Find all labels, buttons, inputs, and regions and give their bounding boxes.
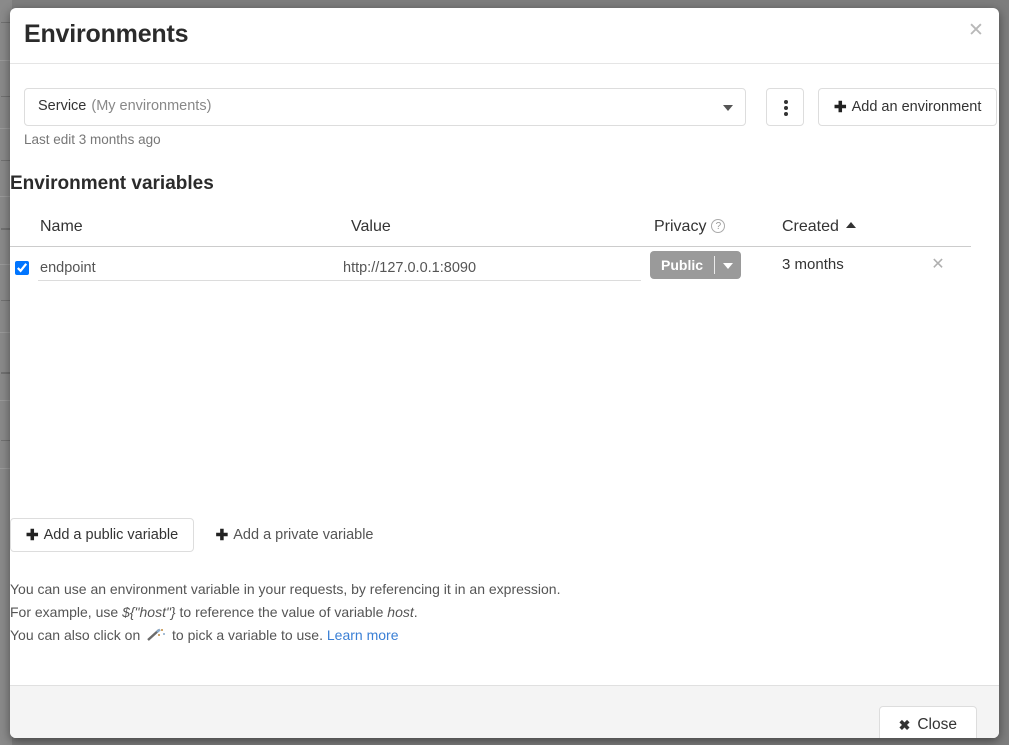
help-line-3-pre: You can also click on bbox=[10, 627, 145, 643]
column-header-value[interactable]: Value bbox=[351, 218, 391, 236]
add-public-variable-label: Add a public variable bbox=[43, 527, 179, 543]
plus-icon: ✚ bbox=[26, 527, 39, 544]
add-private-variable-button[interactable]: ✚ Add a private variable bbox=[210, 518, 380, 552]
close-button[interactable]: ✖ Close bbox=[878, 706, 977, 738]
variable-value-input[interactable] bbox=[341, 255, 641, 281]
sort-ascending-icon[interactable] bbox=[845, 222, 856, 228]
close-button-label: Close bbox=[917, 716, 957, 733]
help-line-2-post: . bbox=[413, 604, 418, 620]
column-header-name[interactable]: Name bbox=[40, 218, 83, 236]
help-line-3-mid: to pick a variable to use. bbox=[168, 627, 327, 643]
column-header-created[interactable]: Created bbox=[782, 218, 856, 236]
help-expression-code: ${"host"} bbox=[122, 604, 176, 620]
variable-enabled-checkbox[interactable] bbox=[15, 261, 29, 275]
variable-privacy-dropdown[interactable]: Public bbox=[650, 251, 742, 279]
plus-icon: ✚ bbox=[834, 99, 847, 116]
last-edit-text: Last edit 3 months ago bbox=[24, 132, 161, 147]
plus-icon: ✚ bbox=[215, 527, 229, 544]
add-private-variable-label: Add a private variable bbox=[233, 527, 374, 543]
help-line-2-pre: For example, use bbox=[10, 604, 123, 620]
column-header-created-label: Created bbox=[782, 218, 839, 235]
help-text-block: You can use an environment variable in y… bbox=[10, 578, 560, 647]
column-header-privacy-label: Privacy bbox=[654, 218, 707, 235]
help-line-3: You can also click on to pick a variable… bbox=[10, 624, 560, 647]
column-header-privacy[interactable]: Privacy? bbox=[654, 218, 726, 236]
environment-name: Service bbox=[38, 98, 87, 114]
table-header-row: Name Value Privacy? Created bbox=[10, 213, 971, 247]
section-title-environment-variables: Environment variables bbox=[10, 173, 214, 194]
help-line-1: You can use an environment variable in y… bbox=[10, 581, 561, 597]
page-title: Environments bbox=[24, 20, 189, 48]
vertical-dots-icon bbox=[784, 100, 788, 104]
environment-selector-row: Service (My environments) ✚ Add an enviro… bbox=[24, 88, 998, 147]
dialog-header: Environments ✕ bbox=[10, 8, 999, 64]
question-mark-icon[interactable]: ? bbox=[711, 219, 726, 233]
delete-variable-icon[interactable]: ✕ bbox=[928, 255, 948, 275]
add-public-variable-button[interactable]: ✚ Add a public variable bbox=[10, 518, 195, 552]
help-variable-name: host bbox=[387, 604, 414, 620]
add-environment-button[interactable]: ✚ Add an environment bbox=[818, 88, 998, 126]
learn-more-link[interactable]: Learn more bbox=[327, 627, 399, 643]
close-icon[interactable]: ✕ bbox=[965, 20, 987, 42]
magic-wand-icon[interactable] bbox=[146, 626, 166, 641]
dialog-footer: ✖ Close bbox=[10, 685, 999, 738]
chevron-down-icon[interactable] bbox=[723, 105, 733, 111]
environment-options-menu-button[interactable] bbox=[766, 88, 804, 126]
help-line-2-mid: to reference the value of variable bbox=[175, 604, 388, 620]
table-row: Public 3 months ✕ bbox=[10, 247, 971, 293]
close-icon: ✖ bbox=[898, 716, 911, 733]
variable-created-text: 3 months bbox=[782, 256, 844, 273]
add-variable-buttons: ✚ Add a public variable ✚ Add a private … bbox=[10, 518, 379, 552]
environment-select-label: Service (My environments) bbox=[38, 98, 211, 114]
help-line-2: For example, use ${"host"} to reference … bbox=[10, 601, 560, 624]
dialog-body: Service (My environments) ✚ Add an enviro… bbox=[10, 88, 999, 685]
environment-select[interactable]: Service (My environments) bbox=[24, 88, 746, 126]
environment-group: (My environments) bbox=[91, 98, 212, 114]
variable-name-input[interactable] bbox=[38, 255, 348, 281]
chevron-down-icon[interactable] bbox=[715, 251, 741, 279]
environments-dialog: Environments ✕ Service (My environments) … bbox=[10, 8, 999, 738]
status-badge: Public bbox=[661, 257, 704, 273]
add-environment-label: Add an environment bbox=[851, 99, 982, 115]
environment-variables-table: Name Value Privacy? Created Public 3 bbox=[10, 213, 971, 293]
